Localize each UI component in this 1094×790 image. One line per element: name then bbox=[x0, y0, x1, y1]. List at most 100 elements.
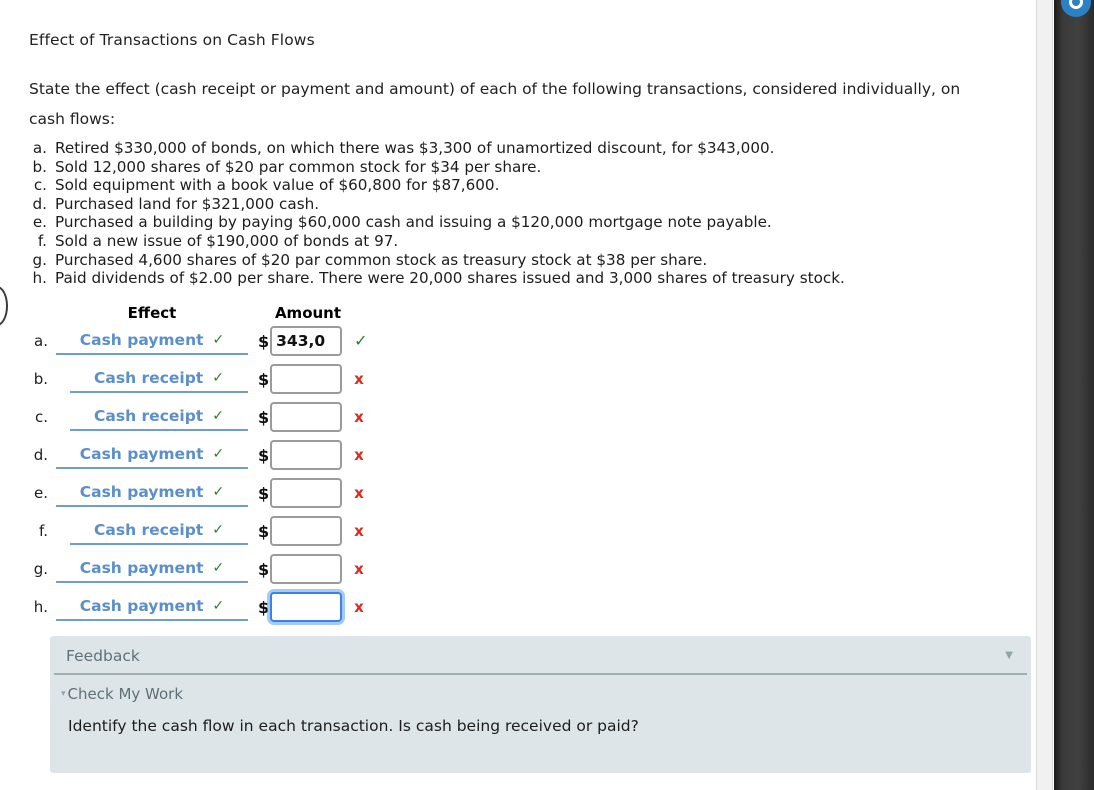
cross-icon: x bbox=[354, 521, 364, 540]
check-icon: ✓ bbox=[212, 408, 224, 424]
effect-dropdown[interactable]: Cash payment ✓ bbox=[56, 327, 248, 355]
table-row: b. Cash receipt ✓ $ x bbox=[26, 360, 368, 398]
transaction-text: Purchased land for $321,000 cash. bbox=[55, 194, 320, 213]
transaction-letter: f. bbox=[37, 231, 47, 250]
effect-dropdown[interactable]: Cash receipt ✓ bbox=[70, 365, 248, 393]
table-header-row: Effect Amount bbox=[26, 294, 368, 322]
check-icon: ✓ bbox=[212, 598, 225, 614]
transaction-item: a. Retired $330,000 of bonds, on which th… bbox=[29, 139, 1019, 158]
feedback-body-text: Identify the cash flow in each transacti… bbox=[68, 717, 639, 735]
vertical-scrollbar-track[interactable] bbox=[1036, 0, 1053, 790]
page-root: Effect of Transactions on Cash Flows Sta… bbox=[0, 0, 1094, 790]
effect-dropdown[interactable]: Cash receipt ✓ bbox=[70, 517, 248, 545]
table-row: c. Cash receipt ✓ $ x bbox=[26, 398, 368, 436]
cross-icon: x bbox=[354, 369, 364, 388]
effect-selected-value: Cash receipt bbox=[94, 407, 204, 425]
currency-symbol: $ bbox=[258, 483, 270, 503]
row-letter: a. bbox=[34, 332, 48, 350]
table-row: e. Cash payment ✓ $ x bbox=[26, 474, 368, 512]
check-icon: ✓ bbox=[212, 332, 225, 348]
check-my-work-toggle[interactable]: ▾ Check My Work bbox=[50, 675, 1031, 703]
amount-input[interactable] bbox=[270, 554, 343, 584]
transaction-item: h. Paid dividends of $2.00 per share. The… bbox=[29, 269, 1019, 288]
amount-value: 343,0 bbox=[276, 332, 326, 350]
feedback-header[interactable]: Feedback ▼ bbox=[54, 636, 1027, 675]
transaction-letter: d. bbox=[32, 194, 47, 213]
transaction-item: d. Purchased land for $321,000 cash. bbox=[29, 195, 1019, 214]
check-icon: ✓ bbox=[212, 446, 225, 462]
row-letter: h. bbox=[33, 598, 48, 616]
instructions-text: State the effect (cash receipt or paymen… bbox=[29, 80, 961, 128]
table-row: g. Cash payment ✓ $ x bbox=[26, 550, 368, 588]
currency-symbol: $ bbox=[258, 445, 270, 465]
row-letter: b. bbox=[33, 370, 48, 388]
cross-icon: x bbox=[354, 445, 364, 464]
cutoff-bubble-decoration bbox=[0, 286, 8, 326]
currency-symbol: $ bbox=[258, 559, 270, 579]
transaction-text: Retired $330,000 of bonds, on which ther… bbox=[55, 139, 775, 157]
effect-selected-value: Cash receipt bbox=[94, 521, 204, 539]
row-letter: f. bbox=[39, 522, 48, 540]
effect-dropdown[interactable]: Cash payment ✓ bbox=[56, 441, 248, 469]
check-icon: ✓ bbox=[212, 370, 224, 386]
header-effect: Effect bbox=[127, 304, 177, 322]
currency-symbol: $ bbox=[258, 369, 270, 389]
chevron-down-icon[interactable]: ▼ bbox=[1005, 651, 1013, 661]
page-title: Effect of Transactions on Cash Flows bbox=[29, 31, 315, 49]
transaction-text: Purchased 4,600 shares of $20 par common… bbox=[55, 250, 708, 269]
transaction-item: f. Sold a new issue of $190,000 of bonds … bbox=[29, 232, 1019, 251]
transaction-item: b. Sold 12,000 shares of $20 par common s… bbox=[29, 158, 1019, 177]
amount-input[interactable] bbox=[270, 592, 343, 622]
check-icon: ✓ bbox=[354, 331, 368, 350]
feedback-panel: Feedback ▼ ▾ Check My Work Identify the … bbox=[50, 636, 1031, 773]
check-icon: ✓ bbox=[212, 484, 225, 500]
transaction-text: Purchased a building by paying $60,000 c… bbox=[55, 213, 772, 232]
amount-input[interactable]: 343,0 bbox=[270, 326, 343, 356]
transaction-item: e. Purchased a building by paying $60,000… bbox=[29, 213, 1019, 232]
row-letter: e. bbox=[34, 484, 48, 502]
amount-input[interactable] bbox=[270, 516, 343, 546]
currency-symbol: $ bbox=[258, 407, 270, 427]
currency-symbol: $ bbox=[258, 521, 270, 541]
transaction-letter: b. bbox=[32, 157, 47, 176]
amount-input[interactable] bbox=[270, 440, 343, 470]
cross-icon: x bbox=[354, 559, 364, 578]
row-letter: d. bbox=[33, 446, 48, 464]
transaction-text: Paid dividends of $2.00 per share. There… bbox=[55, 269, 845, 288]
currency-symbol: $ bbox=[258, 331, 270, 351]
caret-down-icon: ▾ bbox=[61, 689, 66, 699]
amount-input[interactable] bbox=[270, 364, 343, 394]
table-row: a. Cash payment ✓ $343,0 ✓ bbox=[26, 322, 368, 360]
check-icon: ✓ bbox=[212, 560, 225, 576]
table-body: a. Cash payment ✓ $343,0 ✓ b. Cash receipt ✓ $ x c… bbox=[26, 322, 368, 626]
transaction-item: g. Purchased 4,600 shares of $20 par comm… bbox=[29, 251, 1019, 270]
transaction-text: Sold 12,000 shares of $20 par common sto… bbox=[55, 157, 542, 176]
effect-selected-value: Cash payment bbox=[79, 331, 204, 349]
effect-selected-value: Cash payment bbox=[79, 483, 204, 501]
effect-selected-value: Cash payment bbox=[79, 559, 204, 577]
cross-icon: x bbox=[354, 407, 364, 426]
transaction-letter: c. bbox=[33, 176, 47, 195]
check-icon: ✓ bbox=[212, 522, 224, 538]
effect-dropdown[interactable]: Cash payment ✓ bbox=[56, 555, 248, 583]
table-row: f. Cash receipt ✓ $ x bbox=[26, 512, 368, 550]
transaction-letter: e. bbox=[32, 213, 47, 232]
cross-icon: x bbox=[354, 483, 364, 502]
check-my-work-label: Check My Work bbox=[67, 685, 184, 703]
transaction-text: Sold a new issue of $190,000 of bonds at… bbox=[55, 231, 399, 250]
effect-selected-value: Cash payment bbox=[79, 597, 204, 615]
currency-symbol: $ bbox=[258, 597, 270, 617]
table-row: h. Cash payment ✓ $ x bbox=[26, 588, 368, 626]
amount-input[interactable] bbox=[270, 402, 343, 432]
effect-selected-value: Cash receipt bbox=[94, 369, 204, 387]
row-letter: g. bbox=[33, 560, 48, 578]
badge-ring-glyph bbox=[1069, 0, 1083, 9]
transaction-item: c. Sold equipment with a book value of $6… bbox=[29, 176, 1019, 195]
amount-input[interactable] bbox=[270, 478, 343, 508]
effect-dropdown[interactable]: Cash receipt ✓ bbox=[70, 403, 248, 431]
effect-dropdown[interactable]: Cash payment ✓ bbox=[56, 479, 248, 507]
transaction-list: a. Retired $330,000 of bonds, on which th… bbox=[29, 139, 1019, 288]
effect-dropdown[interactable]: Cash payment ✓ bbox=[56, 593, 248, 621]
feedback-title: Feedback bbox=[66, 647, 140, 665]
cross-icon: x bbox=[354, 597, 364, 616]
